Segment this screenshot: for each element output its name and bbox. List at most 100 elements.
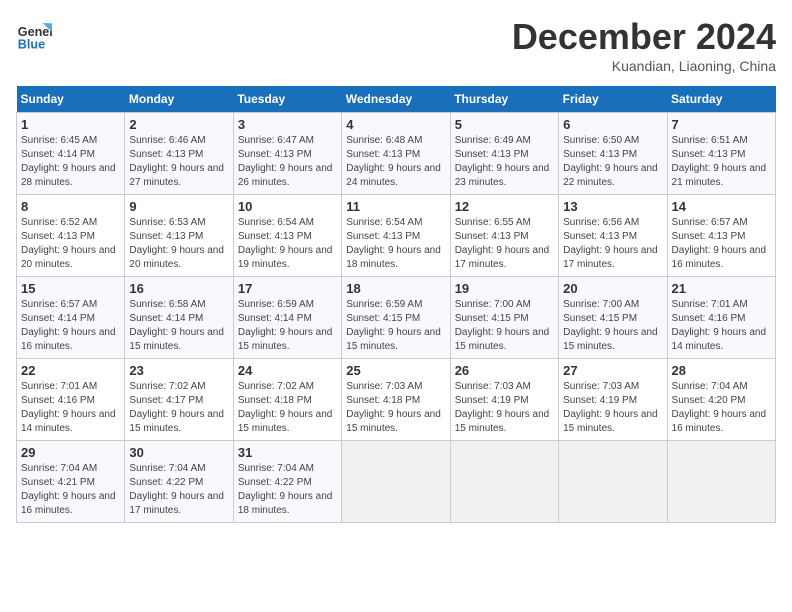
day-info: Sunrise: 6:47 AM Sunset: 4:13 PM Dayligh… <box>238 134 337 190</box>
day-info: Sunrise: 6:49 AM Sunset: 4:13 PM Dayligh… <box>455 134 554 190</box>
day-info: Sunrise: 6:59 AM Sunset: 4:14 PM Dayligh… <box>238 298 337 354</box>
day-info: Sunrise: 6:59 AM Sunset: 4:15 PM Dayligh… <box>346 298 445 354</box>
calendar-week-row: 8 Sunrise: 6:52 AM Sunset: 4:13 PM Dayli… <box>17 195 776 277</box>
day-number: 27 <box>563 363 662 378</box>
day-number: 17 <box>238 281 337 296</box>
day-info: Sunrise: 6:57 AM Sunset: 4:14 PM Dayligh… <box>21 298 120 354</box>
calendar-cell: 14 Sunrise: 6:57 AM Sunset: 4:13 PM Dayl… <box>667 195 775 277</box>
day-number: 30 <box>129 445 228 460</box>
day-info: Sunrise: 7:04 AM Sunset: 4:22 PM Dayligh… <box>129 462 228 518</box>
day-info: Sunrise: 7:00 AM Sunset: 4:15 PM Dayligh… <box>455 298 554 354</box>
calendar-week-row: 1 Sunrise: 6:45 AM Sunset: 4:14 PM Dayli… <box>17 113 776 195</box>
month-title: December 2024 <box>512 16 776 58</box>
day-number: 26 <box>455 363 554 378</box>
day-info: Sunrise: 7:02 AM Sunset: 4:17 PM Dayligh… <box>129 380 228 436</box>
day-number: 20 <box>563 281 662 296</box>
day-number: 25 <box>346 363 445 378</box>
day-info: Sunrise: 6:48 AM Sunset: 4:13 PM Dayligh… <box>346 134 445 190</box>
day-number: 12 <box>455 199 554 214</box>
day-info: Sunrise: 6:56 AM Sunset: 4:13 PM Dayligh… <box>563 216 662 272</box>
calendar-cell: 18 Sunrise: 6:59 AM Sunset: 4:15 PM Dayl… <box>342 277 450 359</box>
calendar-cell: 23 Sunrise: 7:02 AM Sunset: 4:17 PM Dayl… <box>125 359 233 441</box>
calendar-cell: 21 Sunrise: 7:01 AM Sunset: 4:16 PM Dayl… <box>667 277 775 359</box>
day-number: 1 <box>21 117 120 132</box>
weekday-header: Monday <box>125 86 233 113</box>
calendar-cell: 30 Sunrise: 7:04 AM Sunset: 4:22 PM Dayl… <box>125 441 233 523</box>
day-info: Sunrise: 6:58 AM Sunset: 4:14 PM Dayligh… <box>129 298 228 354</box>
logo-icon: General Blue <box>16 16 52 52</box>
calendar-cell: 8 Sunrise: 6:52 AM Sunset: 4:13 PM Dayli… <box>17 195 125 277</box>
calendar-cell: 27 Sunrise: 7:03 AM Sunset: 4:19 PM Dayl… <box>559 359 667 441</box>
day-number: 13 <box>563 199 662 214</box>
day-info: Sunrise: 6:50 AM Sunset: 4:13 PM Dayligh… <box>563 134 662 190</box>
weekday-header: Thursday <box>450 86 558 113</box>
day-number: 22 <box>21 363 120 378</box>
weekday-header: Friday <box>559 86 667 113</box>
page-header: General Blue December 2024 Kuandian, Lia… <box>16 16 776 74</box>
calendar-cell: 2 Sunrise: 6:46 AM Sunset: 4:13 PM Dayli… <box>125 113 233 195</box>
day-number: 28 <box>672 363 771 378</box>
day-info: Sunrise: 6:55 AM Sunset: 4:13 PM Dayligh… <box>455 216 554 272</box>
day-number: 23 <box>129 363 228 378</box>
calendar-cell: 4 Sunrise: 6:48 AM Sunset: 4:13 PM Dayli… <box>342 113 450 195</box>
calendar-cell: 31 Sunrise: 7:04 AM Sunset: 4:22 PM Dayl… <box>233 441 341 523</box>
calendar-week-row: 22 Sunrise: 7:01 AM Sunset: 4:16 PM Dayl… <box>17 359 776 441</box>
calendar-cell: 10 Sunrise: 6:54 AM Sunset: 4:13 PM Dayl… <box>233 195 341 277</box>
day-info: Sunrise: 6:57 AM Sunset: 4:13 PM Dayligh… <box>672 216 771 272</box>
day-number: 5 <box>455 117 554 132</box>
day-info: Sunrise: 7:04 AM Sunset: 4:21 PM Dayligh… <box>21 462 120 518</box>
calendar-cell: 29 Sunrise: 7:04 AM Sunset: 4:21 PM Dayl… <box>17 441 125 523</box>
day-info: Sunrise: 7:03 AM Sunset: 4:19 PM Dayligh… <box>563 380 662 436</box>
calendar-cell: 11 Sunrise: 6:54 AM Sunset: 4:13 PM Dayl… <box>342 195 450 277</box>
title-block: December 2024 Kuandian, Liaoning, China <box>512 16 776 74</box>
calendar-cell <box>667 441 775 523</box>
day-number: 11 <box>346 199 445 214</box>
calendar-cell <box>559 441 667 523</box>
day-number: 3 <box>238 117 337 132</box>
calendar-cell <box>450 441 558 523</box>
weekday-header: Tuesday <box>233 86 341 113</box>
day-number: 2 <box>129 117 228 132</box>
day-info: Sunrise: 6:52 AM Sunset: 4:13 PM Dayligh… <box>21 216 120 272</box>
day-info: Sunrise: 6:51 AM Sunset: 4:13 PM Dayligh… <box>672 134 771 190</box>
day-info: Sunrise: 7:03 AM Sunset: 4:19 PM Dayligh… <box>455 380 554 436</box>
day-number: 19 <box>455 281 554 296</box>
day-number: 16 <box>129 281 228 296</box>
calendar-cell: 25 Sunrise: 7:03 AM Sunset: 4:18 PM Dayl… <box>342 359 450 441</box>
calendar-week-row: 15 Sunrise: 6:57 AM Sunset: 4:14 PM Dayl… <box>17 277 776 359</box>
calendar-cell: 24 Sunrise: 7:02 AM Sunset: 4:18 PM Dayl… <box>233 359 341 441</box>
day-number: 7 <box>672 117 771 132</box>
day-number: 10 <box>238 199 337 214</box>
day-info: Sunrise: 7:00 AM Sunset: 4:15 PM Dayligh… <box>563 298 662 354</box>
calendar-cell: 22 Sunrise: 7:01 AM Sunset: 4:16 PM Dayl… <box>17 359 125 441</box>
day-info: Sunrise: 7:03 AM Sunset: 4:18 PM Dayligh… <box>346 380 445 436</box>
calendar-cell: 16 Sunrise: 6:58 AM Sunset: 4:14 PM Dayl… <box>125 277 233 359</box>
weekday-header: Saturday <box>667 86 775 113</box>
weekday-header: Wednesday <box>342 86 450 113</box>
day-number: 24 <box>238 363 337 378</box>
calendar-cell: 1 Sunrise: 6:45 AM Sunset: 4:14 PM Dayli… <box>17 113 125 195</box>
day-number: 15 <box>21 281 120 296</box>
calendar-cell: 6 Sunrise: 6:50 AM Sunset: 4:13 PM Dayli… <box>559 113 667 195</box>
day-info: Sunrise: 6:45 AM Sunset: 4:14 PM Dayligh… <box>21 134 120 190</box>
calendar-cell: 15 Sunrise: 6:57 AM Sunset: 4:14 PM Dayl… <box>17 277 125 359</box>
day-number: 8 <box>21 199 120 214</box>
day-info: Sunrise: 7:04 AM Sunset: 4:20 PM Dayligh… <box>672 380 771 436</box>
day-info: Sunrise: 7:04 AM Sunset: 4:22 PM Dayligh… <box>238 462 337 518</box>
calendar-cell: 28 Sunrise: 7:04 AM Sunset: 4:20 PM Dayl… <box>667 359 775 441</box>
calendar-cell: 13 Sunrise: 6:56 AM Sunset: 4:13 PM Dayl… <box>559 195 667 277</box>
calendar-cell: 17 Sunrise: 6:59 AM Sunset: 4:14 PM Dayl… <box>233 277 341 359</box>
logo: General Blue <box>16 16 52 52</box>
weekday-header: Sunday <box>17 86 125 113</box>
day-number: 6 <box>563 117 662 132</box>
calendar-cell: 19 Sunrise: 7:00 AM Sunset: 4:15 PM Dayl… <box>450 277 558 359</box>
calendar-cell: 9 Sunrise: 6:53 AM Sunset: 4:13 PM Dayli… <box>125 195 233 277</box>
day-info: Sunrise: 7:02 AM Sunset: 4:18 PM Dayligh… <box>238 380 337 436</box>
day-info: Sunrise: 6:54 AM Sunset: 4:13 PM Dayligh… <box>346 216 445 272</box>
day-number: 31 <box>238 445 337 460</box>
day-number: 21 <box>672 281 771 296</box>
day-number: 14 <box>672 199 771 214</box>
day-info: Sunrise: 6:46 AM Sunset: 4:13 PM Dayligh… <box>129 134 228 190</box>
location: Kuandian, Liaoning, China <box>512 58 776 74</box>
calendar-cell: 12 Sunrise: 6:55 AM Sunset: 4:13 PM Dayl… <box>450 195 558 277</box>
